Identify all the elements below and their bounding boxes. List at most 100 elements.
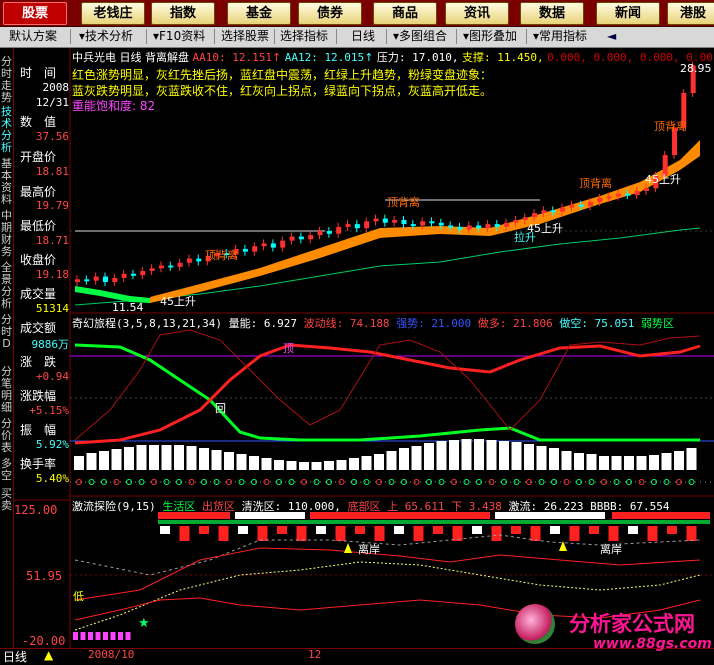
osc-bar bbox=[674, 451, 684, 470]
osc-dot bbox=[638, 479, 645, 485]
candle-body bbox=[513, 219, 519, 223]
aa12-value: AA12: 12.015 bbox=[284, 51, 365, 64]
flow-bar bbox=[413, 526, 424, 541]
flow-name: 激流探险(9,15) bbox=[72, 500, 156, 513]
osc-bar bbox=[649, 455, 659, 470]
osc-bar bbox=[411, 446, 422, 470]
pink-marker bbox=[88, 632, 93, 640]
flow-bar bbox=[316, 526, 326, 534]
osc-bar bbox=[561, 451, 572, 470]
candle-body bbox=[644, 188, 650, 191]
osc-bar bbox=[449, 440, 459, 470]
osc-bar bbox=[311, 462, 322, 470]
candle-body bbox=[354, 224, 360, 229]
osc-bar bbox=[211, 450, 222, 470]
flow-up: 上 65.611 bbox=[387, 500, 445, 513]
osc-bar bbox=[261, 458, 272, 470]
candle-body bbox=[588, 202, 594, 207]
candle-body bbox=[410, 224, 416, 227]
candle-body bbox=[532, 213, 538, 218]
candle-body bbox=[625, 193, 631, 196]
flow-bar bbox=[686, 526, 697, 541]
osc-bar bbox=[624, 456, 634, 470]
annotation-divergence-4: 顶背离 bbox=[654, 119, 687, 133]
candle-body bbox=[186, 258, 192, 263]
period-tab[interactable]: 日线 bbox=[3, 648, 27, 665]
candle-body bbox=[252, 246, 258, 252]
candle-body bbox=[420, 221, 426, 226]
flow-bar bbox=[511, 526, 521, 534]
candle-body bbox=[597, 197, 603, 203]
osc-long: 做多: 21.806 bbox=[477, 317, 553, 330]
annotation-rise-1: 45上升 bbox=[160, 295, 196, 308]
osc-bar bbox=[361, 456, 372, 470]
osc-dot bbox=[238, 479, 245, 485]
candle-body bbox=[336, 226, 342, 234]
osc-bar bbox=[86, 453, 97, 470]
osc-dot bbox=[213, 479, 220, 485]
osc-dot bbox=[488, 479, 495, 485]
candle-body bbox=[149, 268, 155, 272]
flow-clear: 清洗区: 110.000, bbox=[241, 500, 341, 513]
candle-body bbox=[429, 221, 435, 224]
osc-bar bbox=[99, 451, 109, 470]
annotation-rise-3: 45上升 bbox=[645, 173, 681, 186]
candle-body bbox=[578, 204, 584, 207]
candle-body bbox=[270, 243, 276, 248]
candle-body bbox=[112, 277, 118, 283]
osc-bar bbox=[599, 456, 609, 470]
stock-name: 中兵光电 bbox=[72, 51, 116, 64]
osc-dot bbox=[688, 479, 695, 485]
low-price-label: 11.54 bbox=[112, 301, 144, 314]
candle-body bbox=[326, 231, 332, 234]
candle-body bbox=[168, 265, 174, 268]
flow-down: 下 3.438 bbox=[451, 500, 502, 513]
watermark-title: 分析家公式网 bbox=[569, 612, 695, 636]
pink-marker bbox=[80, 632, 86, 640]
osc-bar bbox=[499, 441, 509, 470]
candle-body bbox=[606, 196, 612, 199]
candle-body bbox=[317, 231, 323, 236]
osc-bar bbox=[549, 448, 559, 470]
osc-bar bbox=[399, 448, 409, 470]
flow-bar bbox=[628, 526, 638, 534]
flow-bar bbox=[530, 526, 541, 541]
candle-body bbox=[438, 222, 444, 226]
osc-bar bbox=[486, 440, 497, 470]
flow-low-label: 低 bbox=[73, 590, 84, 603]
osc-dot bbox=[113, 479, 120, 485]
osc-bar bbox=[224, 452, 234, 470]
osc-bar bbox=[661, 453, 672, 470]
osc-bar bbox=[324, 461, 334, 470]
osc-bar bbox=[636, 456, 647, 470]
annotation-divergence-3: 顶背离 bbox=[579, 176, 612, 190]
osc-bar bbox=[186, 446, 197, 470]
candle-body bbox=[261, 243, 267, 247]
candle-body bbox=[280, 240, 286, 248]
osc-bar bbox=[199, 448, 209, 470]
osc-bar bbox=[686, 448, 697, 470]
pink-marker bbox=[125, 632, 131, 640]
flow-bar bbox=[199, 526, 209, 534]
osc-dot bbox=[313, 479, 320, 485]
candle-body bbox=[289, 236, 295, 241]
osc-dot bbox=[138, 479, 145, 485]
candle-body bbox=[121, 273, 127, 278]
osc-name: 奇幻旅程(3,5,8,13,21,34) bbox=[72, 317, 222, 330]
osc-bar bbox=[299, 462, 309, 470]
osc-energy: 量能: 6.927 bbox=[228, 317, 297, 330]
candle-body bbox=[298, 236, 304, 240]
pressure-value: 压力: 17.010, bbox=[376, 51, 459, 64]
candle-body bbox=[364, 221, 370, 229]
osc-bar bbox=[511, 442, 522, 470]
osc-bar bbox=[174, 445, 184, 470]
flow-life: 生活区 bbox=[162, 500, 196, 513]
osc-dot bbox=[338, 479, 345, 485]
osc-bar bbox=[274, 460, 284, 470]
candle-body bbox=[242, 248, 248, 252]
candle-body bbox=[504, 222, 510, 227]
flow-bar bbox=[491, 526, 502, 541]
osc-bar bbox=[349, 458, 359, 470]
flow-bar bbox=[667, 526, 677, 534]
candle-body bbox=[466, 225, 472, 230]
